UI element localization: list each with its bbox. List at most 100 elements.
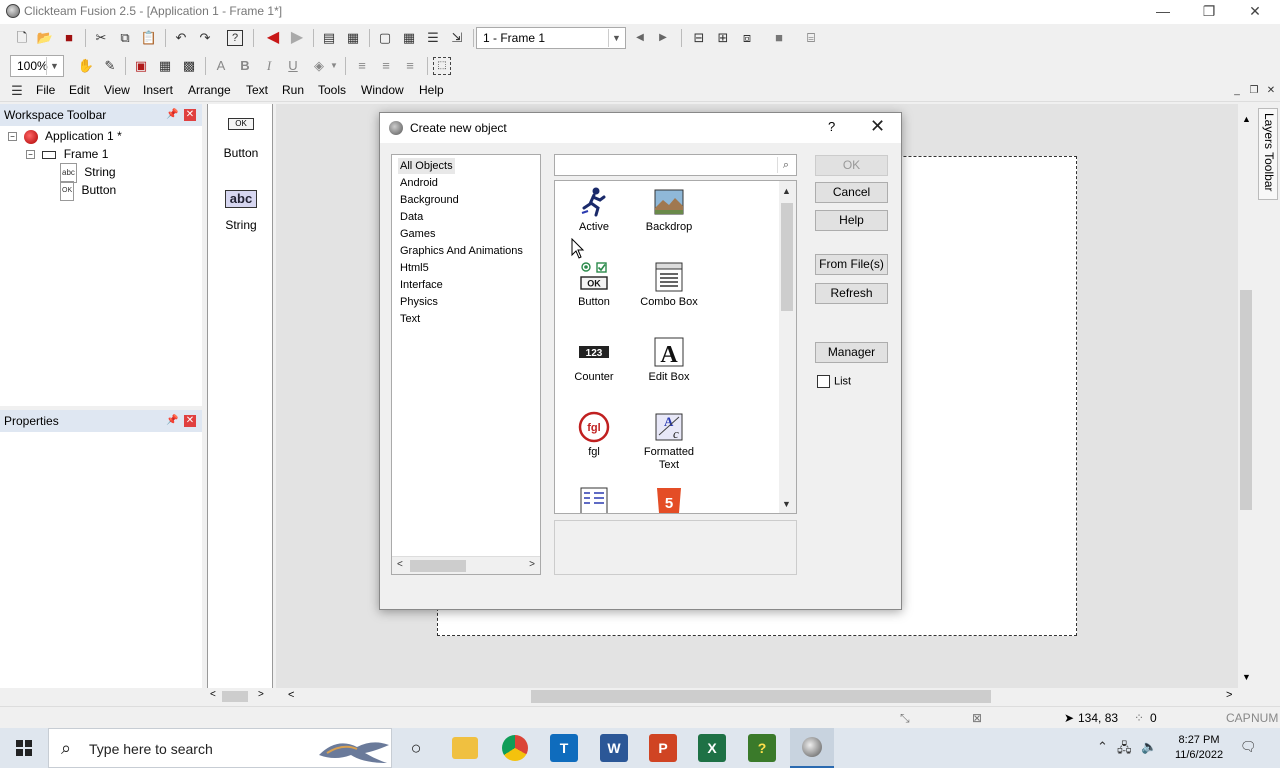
notifications-icon[interactable]: 🗨 (1240, 739, 1257, 755)
category-item-games[interactable]: Games (398, 226, 437, 242)
object-item-fgl[interactable]: fgl fgl (559, 411, 629, 459)
teams-icon[interactable]: T (550, 734, 578, 762)
frame-editor-icon[interactable]: ▢ (375, 28, 395, 48)
mdi-minimize-icon[interactable]: _ (1230, 84, 1244, 98)
object-search-box[interactable]: ⌕ (554, 154, 797, 176)
prev-frame-icon[interactable]: ◀ (630, 28, 650, 48)
category-item-text[interactable]: Text (398, 311, 422, 327)
powerpoint-icon[interactable]: P (649, 734, 677, 762)
scroll-thumb[interactable] (1240, 290, 1252, 510)
copy-icon[interactable]: ⧉ (115, 28, 135, 48)
italic-icon[interactable]: I (259, 56, 279, 76)
category-item-background[interactable]: Background (398, 192, 461, 208)
menu-file[interactable]: File (36, 83, 55, 97)
menu-window[interactable]: Window (361, 83, 404, 97)
align-left-icon[interactable]: ≡ (352, 56, 372, 76)
mdi-restore-icon[interactable]: ❐ (1247, 84, 1261, 98)
chevron-down-icon[interactable]: ▼ (329, 56, 339, 76)
tray-expand-icon[interactable]: ⌃ (1097, 739, 1108, 755)
clickteam-taskbar-button[interactable] (790, 728, 834, 768)
object-item-html5[interactable]: 5 (634, 486, 704, 513)
task-view-icon[interactable]: ○ (402, 734, 430, 762)
category-item-html5[interactable]: Html5 (398, 260, 431, 276)
category-horizontal-scrollbar[interactable]: < > (392, 556, 540, 574)
scroll-thumb[interactable] (410, 560, 466, 572)
from-files-button[interactable]: From File(s) (815, 254, 888, 275)
checkbox-box[interactable] (817, 375, 830, 388)
tree-item-frame[interactable]: − Frame 1 (26, 145, 108, 163)
taskbar-search[interactable]: ⌕ Type here to search (48, 728, 392, 768)
menu-view[interactable]: View (104, 83, 130, 97)
start-button[interactable] (0, 728, 48, 768)
scroll-right-icon[interactable]: > (1226, 689, 1232, 701)
scroll-up-icon[interactable]: ▲ (1242, 114, 1251, 124)
open-folder-icon[interactable]: 📂 (35, 28, 55, 48)
search-icon[interactable]: ⌕ (777, 157, 794, 173)
hand-tool-icon[interactable]: ✋ (76, 56, 96, 76)
scroll-right-icon[interactable]: > (258, 689, 264, 700)
next-frame-icon[interactable]: ▶ (653, 28, 673, 48)
category-item-interface[interactable]: Interface (398, 277, 445, 293)
ok-button[interactable]: OK (815, 155, 888, 176)
stop-icon[interactable]: ■ (769, 28, 789, 48)
align-center-icon[interactable]: ≡ (376, 56, 396, 76)
pin-icon[interactable]: 📌 (166, 415, 178, 427)
frame-select[interactable]: 1 - Frame 1 ▼ (476, 27, 626, 49)
object-item-active[interactable]: Active (559, 186, 629, 234)
refresh-button[interactable]: Refresh (815, 283, 888, 304)
object-toolbar-button[interactable]: OK Button (208, 118, 274, 160)
document-menu-icon[interactable]: ☰ (10, 84, 24, 98)
bold-icon[interactable]: B (235, 56, 255, 76)
object-search-input[interactable] (557, 157, 773, 173)
frame-size-icon[interactable]: ▣ (131, 56, 151, 76)
category-item-all-objects[interactable]: All Objects (398, 158, 455, 174)
tree-item-application[interactable]: − Application 1 * (8, 127, 122, 145)
tree-item-string[interactable]: abc String (60, 163, 116, 183)
editor-horizontal-scrollbar[interactable]: < > (276, 688, 1238, 705)
frame-list-icon[interactable]: ⊞ (713, 28, 733, 48)
scroll-left-icon[interactable]: < (397, 559, 403, 570)
panel-close-icon[interactable]: ✕ (184, 415, 196, 427)
help-button[interactable]: Help (815, 210, 888, 231)
help-topic-icon[interactable]: ? (227, 30, 243, 46)
color-fill-icon[interactable]: ◈ (309, 56, 329, 76)
save-icon[interactable]: ■ (59, 28, 79, 48)
category-item-physics[interactable]: Physics (398, 294, 440, 310)
storyboard-icon[interactable]: ▤ (319, 28, 339, 48)
event-list-icon[interactable]: ☰ (423, 28, 443, 48)
new-file-icon[interactable]: 🗋 (12, 28, 32, 48)
category-item-android[interactable]: Android (398, 175, 440, 191)
back-arrow-icon[interactable]: ◀ (263, 28, 283, 48)
category-item-graphics[interactable]: Graphics And Animations (398, 243, 525, 259)
pin-icon[interactable]: 📌 (166, 109, 178, 121)
cancel-button[interactable]: Cancel (815, 182, 888, 203)
dialog-close-button[interactable]: ✕ (870, 116, 885, 137)
panel-close-icon[interactable]: ✕ (184, 109, 196, 121)
snap-grid-icon[interactable]: ▩ (179, 56, 199, 76)
object-item-edit-box[interactable]: A Edit Box (634, 336, 704, 384)
pencil-tool-icon[interactable]: ✎ (100, 56, 120, 76)
menu-tools[interactable]: Tools (318, 83, 346, 97)
minimize-button[interactable]: — (1140, 0, 1186, 24)
data-elements-icon[interactable]: ⇲ (447, 28, 467, 48)
excel-icon[interactable]: X (698, 734, 726, 762)
editor-vertical-scrollbar[interactable]: ▲ ▼ (1238, 104, 1255, 688)
scroll-down-icon[interactable]: ▼ (1242, 672, 1251, 682)
zoom-select[interactable]: 100% ▼ (10, 55, 64, 77)
undo-icon[interactable]: ↶ (171, 28, 191, 48)
object-item-list[interactable] (559, 486, 629, 513)
scroll-right-icon[interactable]: > (529, 559, 535, 570)
scroll-left-icon[interactable]: < (210, 689, 216, 700)
collapse-icon[interactable]: − (26, 150, 35, 160)
scroll-up-icon[interactable]: ▲ (782, 186, 791, 196)
align-right-icon[interactable]: ≡ (400, 56, 420, 76)
redo-icon[interactable]: ↷ (195, 28, 215, 48)
network-icon[interactable]: 🖧 (1117, 739, 1132, 761)
fit-frame-icon[interactable]: ⬚ (433, 57, 451, 75)
scroll-thumb[interactable] (531, 690, 991, 703)
grid-icon[interactable]: ▦ (155, 56, 175, 76)
menu-insert[interactable]: Insert (143, 83, 173, 97)
font-icon[interactable]: A (211, 56, 231, 76)
menu-text[interactable]: Text (246, 83, 268, 97)
object-toolbar-string[interactable]: abc String (208, 190, 274, 232)
